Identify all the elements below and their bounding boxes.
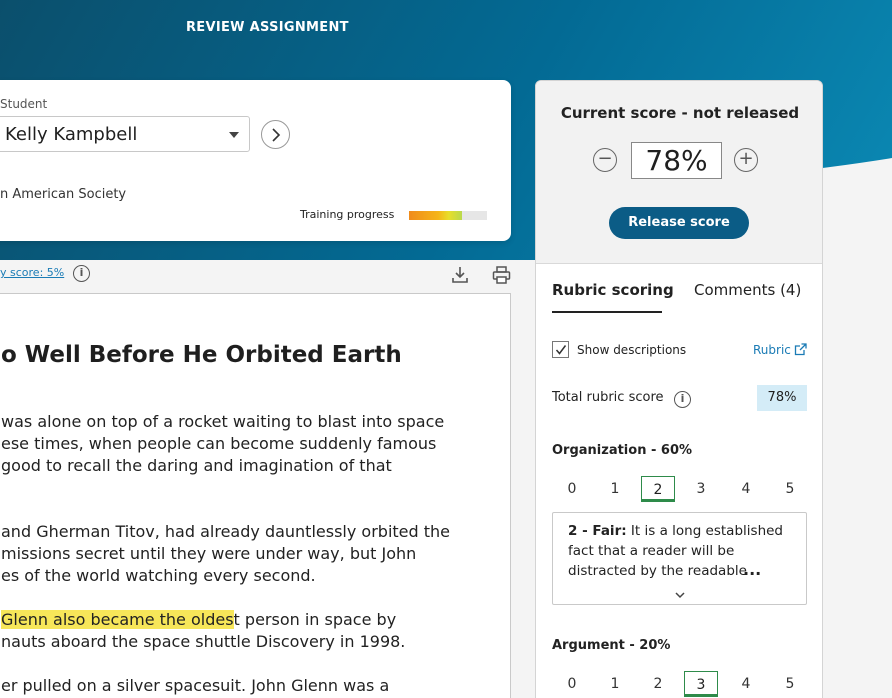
- release-score-button[interactable]: Release score: [609, 207, 749, 239]
- training-progress-bar: [409, 211, 487, 220]
- course-name: n American Society: [0, 187, 127, 202]
- paragraph-line: er pulled on a silver spacesuit. John Gl…: [1, 676, 390, 695]
- student-label: Student: [0, 97, 48, 111]
- rubric-level-option[interactable]: 5: [773, 476, 807, 502]
- check-icon: [555, 345, 567, 355]
- training-progress-fill: [409, 211, 463, 220]
- more-ellipsis[interactable]: ...: [743, 560, 761, 579]
- info-icon[interactable]: i: [674, 391, 691, 408]
- paragraph-line: ese times, when people can become sudden…: [1, 434, 437, 453]
- next-student-button[interactable]: [261, 120, 290, 149]
- rubric-level-option[interactable]: 1: [598, 476, 632, 502]
- rubric-level-option[interactable]: 2: [641, 476, 675, 502]
- description-label: 2 - Fair:: [568, 523, 627, 539]
- tab-comments[interactable]: Comments (4): [694, 281, 801, 299]
- show-descriptions-checkbox[interactable]: [552, 341, 569, 358]
- document-title: o Well Before He Orbited Earth: [1, 342, 402, 368]
- external-link-icon[interactable]: [794, 343, 807, 356]
- tab-rubric-scoring[interactable]: Rubric scoring: [552, 281, 674, 299]
- rubric-level-option[interactable]: 4: [729, 671, 763, 697]
- active-tab-indicator: [552, 311, 662, 313]
- total-rubric-score-label: Total rubric score: [552, 390, 664, 405]
- rubric-level-option[interactable]: 4: [729, 476, 763, 502]
- decrease-score-button[interactable]: −: [593, 148, 617, 172]
- document-viewer: o Well Before He Orbited Earth was alone…: [0, 293, 511, 698]
- scoring-panel: Current score - not released − 78% + Rel…: [535, 80, 823, 698]
- training-progress-label: Training progress: [300, 208, 395, 221]
- total-rubric-score-badge: 78%: [757, 385, 807, 411]
- rubric-link[interactable]: Rubric: [753, 343, 791, 357]
- rubric-level-option[interactable]: 0: [555, 671, 589, 697]
- rubric-level-option[interactable]: 5: [773, 671, 807, 697]
- rubric-level-option[interactable]: 0: [555, 476, 589, 502]
- criterion-title: Argument - 20%: [552, 638, 671, 653]
- paragraph-line: missions secret until they were under wa…: [1, 544, 417, 563]
- criterion-title: Organization - 60%: [552, 443, 693, 458]
- rubric-level-option[interactable]: 2: [641, 671, 675, 697]
- student-name: Kelly Kampbell: [5, 124, 138, 145]
- chevron-right-icon: [272, 128, 281, 142]
- info-icon[interactable]: i: [73, 265, 90, 282]
- chevron-down-icon: [229, 132, 239, 138]
- paragraph-line: nauts aboard the space shuttle Discovery…: [1, 632, 406, 651]
- rubric-level-option[interactable]: 3: [684, 476, 718, 502]
- rubric-level-option[interactable]: 3: [684, 671, 718, 697]
- score-section: Current score - not released − 78% + Rel…: [536, 81, 822, 264]
- page-title: REVIEW ASSIGNMENT: [186, 20, 349, 35]
- student-select[interactable]: Kelly Kampbell: [0, 116, 250, 152]
- score-input[interactable]: 78%: [631, 142, 722, 179]
- print-icon[interactable]: [492, 266, 511, 284]
- paragraph-line: es of the world watching every second.: [1, 566, 316, 585]
- student-card: Student Kelly Kampbell n American Societ…: [0, 80, 511, 241]
- paragraph-line: was alone on top of a rocket waiting to …: [1, 412, 445, 431]
- rubric-level-option[interactable]: 1: [598, 671, 632, 697]
- paragraph-line: Glenn also became the oldest person in s…: [1, 609, 396, 631]
- chevron-down-icon[interactable]: [674, 591, 686, 599]
- download-icon[interactable]: [451, 266, 469, 284]
- increase-score-button[interactable]: +: [734, 148, 758, 172]
- similarity-score-link[interactable]: y score: 5%: [0, 266, 64, 279]
- show-descriptions-label: Show descriptions: [577, 343, 687, 357]
- paragraph-line: good to recall the daring and imaginatio…: [1, 456, 392, 475]
- current-score-title: Current score - not released: [560, 104, 800, 122]
- highlighted-text[interactable]: Glenn also became the oldes: [1, 610, 234, 629]
- paragraph-text: t person in space by: [233, 610, 397, 629]
- criterion-description[interactable]: 2 - Fair: It is a long established fact …: [552, 512, 807, 605]
- paragraph-line: and Gherman Titov, had already dauntless…: [1, 522, 450, 541]
